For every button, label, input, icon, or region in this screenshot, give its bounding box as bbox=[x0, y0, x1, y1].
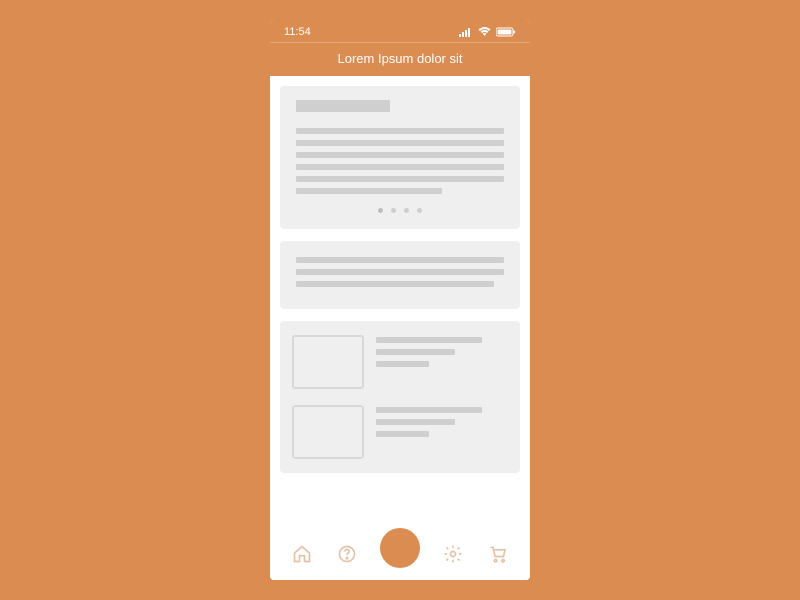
carousel-dot[interactable] bbox=[404, 208, 409, 213]
text-placeholder bbox=[376, 337, 482, 343]
text-placeholder bbox=[376, 431, 429, 437]
cart-icon[interactable] bbox=[487, 543, 509, 565]
text-placeholder bbox=[296, 269, 504, 275]
signal-icon bbox=[459, 27, 473, 37]
page-header: Lorem Ipsum dolor sit bbox=[270, 42, 530, 76]
carousel-card[interactable] bbox=[280, 86, 520, 229]
wifi-icon bbox=[478, 27, 491, 37]
home-icon[interactable] bbox=[291, 543, 313, 565]
text-placeholder bbox=[296, 188, 442, 194]
list-item-body bbox=[376, 405, 508, 459]
list-card bbox=[280, 321, 520, 473]
status-time: 11:54 bbox=[284, 26, 311, 38]
text-placeholder bbox=[296, 164, 504, 170]
center-action-button[interactable] bbox=[380, 528, 420, 568]
text-placeholder bbox=[296, 176, 504, 182]
battery-icon bbox=[496, 27, 516, 37]
list-item-body bbox=[376, 335, 508, 389]
phone-frame: 11:54 Lorem Ipsum dolor sit bbox=[270, 20, 530, 580]
carousel-dot[interactable] bbox=[391, 208, 396, 213]
list-item[interactable] bbox=[292, 335, 508, 389]
status-indicators bbox=[459, 27, 516, 37]
settings-icon[interactable] bbox=[442, 543, 464, 565]
text-placeholder bbox=[376, 419, 455, 425]
text-card bbox=[280, 241, 520, 309]
text-placeholder bbox=[296, 257, 504, 263]
status-bar: 11:54 bbox=[270, 20, 530, 42]
list-item[interactable] bbox=[292, 405, 508, 459]
text-placeholder bbox=[296, 128, 504, 134]
text-placeholder bbox=[376, 361, 429, 367]
text-placeholder bbox=[376, 349, 455, 355]
text-placeholder bbox=[296, 281, 494, 287]
carousel-dot[interactable] bbox=[378, 208, 383, 213]
page-title: Lorem Ipsum dolor sit bbox=[338, 51, 463, 66]
text-placeholder bbox=[376, 407, 482, 413]
thumbnail-placeholder bbox=[292, 405, 364, 459]
carousel-dots bbox=[296, 208, 504, 213]
card-title-placeholder bbox=[296, 100, 390, 112]
tab-bar bbox=[270, 528, 530, 580]
text-placeholder bbox=[296, 152, 504, 158]
content-area bbox=[270, 76, 530, 580]
carousel-dot[interactable] bbox=[417, 208, 422, 213]
help-icon[interactable] bbox=[336, 543, 358, 565]
text-placeholder bbox=[296, 140, 504, 146]
thumbnail-placeholder bbox=[292, 335, 364, 389]
